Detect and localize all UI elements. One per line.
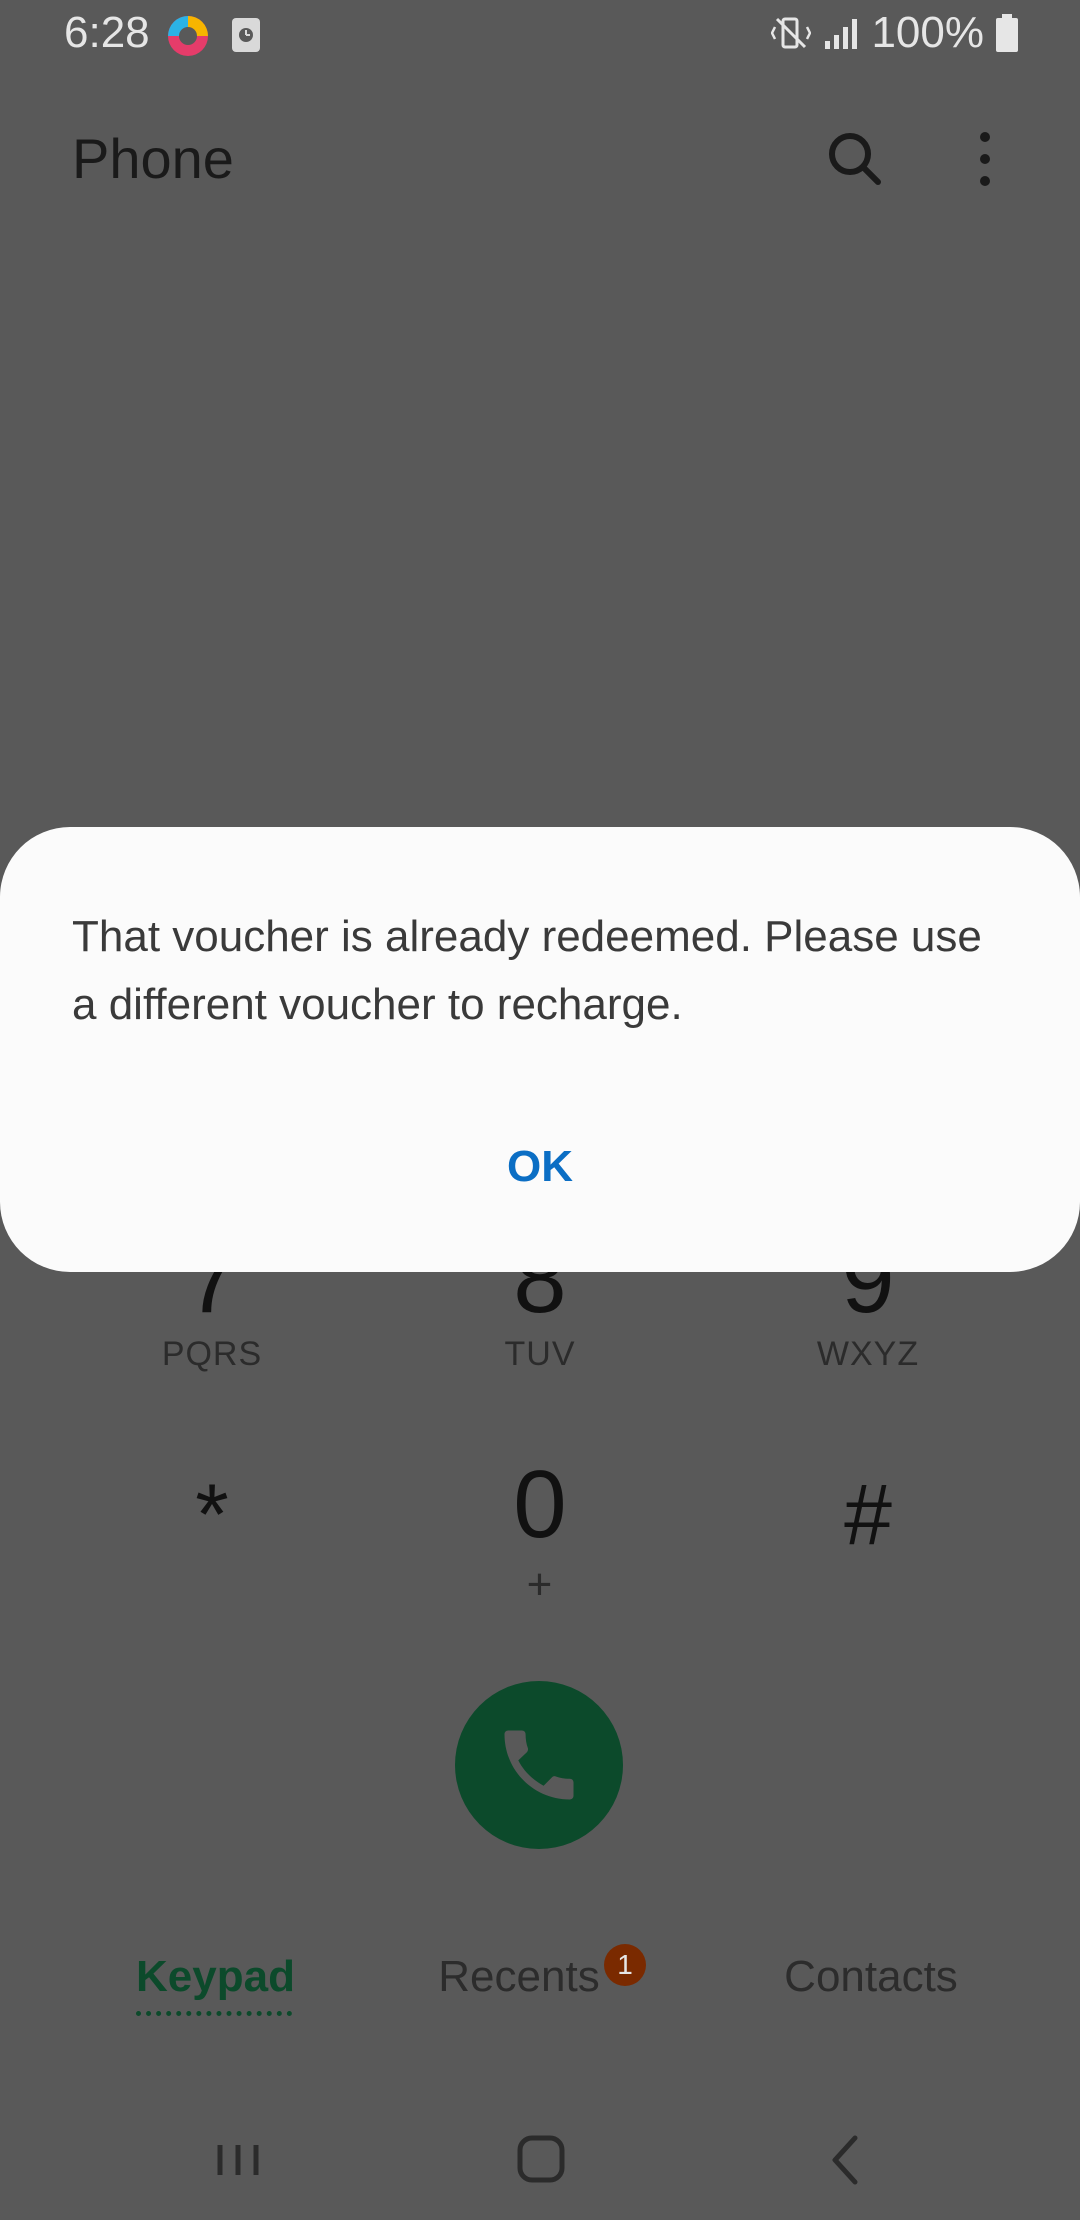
status-bar: 6:28 100%: [0, 0, 1080, 72]
keypad-row-star-0-hash: * 0 + #: [0, 1450, 1080, 1650]
key-letters: PQRS: [161, 1335, 263, 1373]
back-button[interactable]: [785, 2120, 905, 2200]
app-notification-icon: [168, 16, 208, 56]
more-options-icon: [980, 132, 990, 186]
more-options-button[interactable]: [950, 124, 1020, 194]
tab-label: Recents: [438, 1952, 600, 2001]
key-digit: 0: [513, 1451, 567, 1558]
home-icon: [517, 2135, 565, 2183]
battery-icon: [996, 14, 1018, 52]
status-right-group: 100%: [771, 8, 1020, 58]
clock-notification-icon: [232, 18, 260, 52]
system-nav-bar: [0, 2100, 1080, 2220]
page-title: Phone: [72, 127, 234, 190]
back-icon: [832, 2135, 858, 2185]
dialog-message: That voucher is already redeemed. Please…: [72, 912, 982, 1029]
key-letters: TUV: [504, 1335, 576, 1373]
recents-badge: 1: [604, 1944, 646, 1986]
key-digit: *: [195, 1467, 229, 1563]
app-header: Phone: [0, 100, 1080, 220]
recent-apps-icon: [217, 2145, 259, 2175]
tab-label: Keypad: [136, 1952, 295, 2001]
status-time: 6:28: [64, 8, 150, 57]
key-letters: WXYZ: [816, 1335, 920, 1373]
tab-recents[interactable]: Recents: [434, 1952, 604, 2002]
alert-dialog: That voucher is already redeemed. Please…: [0, 827, 1080, 1272]
signal-icon: [825, 19, 858, 49]
search-button[interactable]: [820, 124, 890, 194]
key-digit: #: [844, 1467, 892, 1563]
key-0[interactable]: 0 +: [390, 1450, 690, 1650]
key-star[interactable]: *: [62, 1460, 362, 1660]
home-button[interactable]: [480, 2120, 600, 2200]
tab-keypad[interactable]: Keypad: [136, 1952, 295, 2016]
bottom-tabs: Keypad Recents Contacts: [0, 1940, 1080, 2040]
phone-icon: [504, 1730, 574, 1800]
vibrate-mute-icon: [771, 17, 812, 49]
search-icon: [829, 133, 881, 185]
tab-contacts[interactable]: Contacts: [776, 1952, 966, 2002]
recent-apps-button[interactable]: [180, 2120, 300, 2200]
tab-label: Contacts: [784, 1952, 958, 2001]
ok-button[interactable]: OK: [440, 1127, 640, 1207]
call-button[interactable]: [455, 1681, 623, 1849]
battery-percent: 100%: [871, 8, 984, 57]
key-hash[interactable]: #: [718, 1460, 1018, 1660]
active-tab-indicator: [136, 2011, 292, 2016]
key-letters: +: [526, 1560, 554, 1609]
